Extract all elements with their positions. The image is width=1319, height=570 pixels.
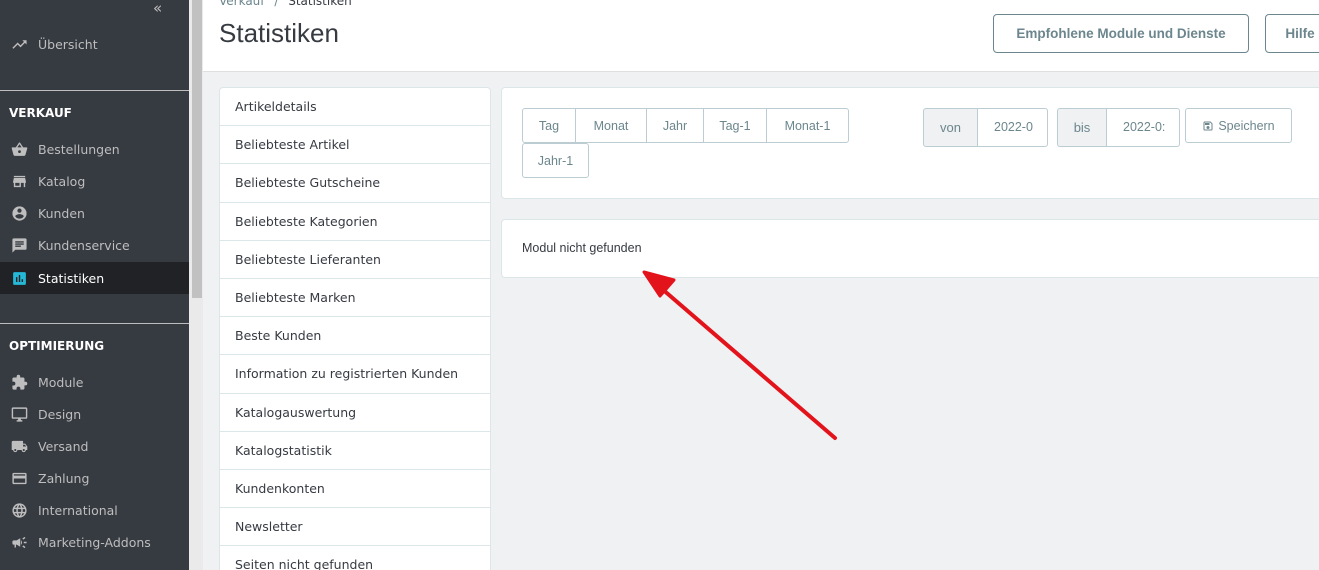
list-item[interactable]: Newsletter bbox=[220, 508, 490, 547]
sidebar-item-modules[interactable]: Module bbox=[0, 366, 189, 398]
stats-module-list: Artikeldetails Beliebteste Artikel Belie… bbox=[219, 87, 491, 570]
page-title: Statistiken bbox=[219, 18, 339, 48]
sidebar-section-verkauf: VERKAUF bbox=[9, 106, 72, 120]
red-arrow-annotation bbox=[642, 270, 837, 440]
sidebar-item-label: Katalog bbox=[38, 173, 86, 189]
sidebar-item-label: Module bbox=[38, 374, 84, 390]
calendar-panel: Tag Monat Jahr Tag-1 Monat-1 Jahr-1 von … bbox=[501, 87, 1319, 199]
list-item[interactable]: Kundenkonten bbox=[220, 470, 490, 509]
period-year-button[interactable]: Jahr bbox=[646, 108, 704, 143]
desktop-icon bbox=[10, 405, 28, 423]
sidebar-item-label: Übersicht bbox=[38, 36, 98, 52]
sidebar-item-label: Marketing-Addons bbox=[38, 534, 151, 550]
globe-icon bbox=[10, 501, 28, 519]
breadcrumb-parent-link[interactable]: Verkauf bbox=[219, 0, 265, 8]
basket-icon bbox=[10, 140, 28, 158]
save-dates-button[interactable]: Speichern bbox=[1185, 108, 1292, 143]
sidebar-item-customer-service[interactable]: Kundenservice bbox=[0, 229, 189, 261]
collapse-sidebar-button[interactable]: « bbox=[153, 0, 162, 17]
period-day-button[interactable]: Tag bbox=[522, 108, 576, 143]
date-to-label: bis bbox=[1057, 108, 1107, 147]
date-to-input[interactable]: 2022-0: bbox=[1106, 108, 1180, 147]
list-item[interactable]: Artikeldetails bbox=[220, 88, 490, 127]
sidebar-item-payment[interactable]: Zahlung bbox=[0, 462, 189, 494]
sidebar-item-label: Versand bbox=[38, 438, 89, 454]
sidebar-item-label: Kunden bbox=[38, 205, 85, 221]
sidebar-item-label: Kundenservice bbox=[38, 237, 130, 253]
sidebar-item-overview[interactable]: Übersicht bbox=[0, 28, 189, 60]
sidebar-scrollbar-thumb[interactable] bbox=[192, 0, 202, 298]
trending-up-icon bbox=[10, 35, 28, 53]
sidebar-item-orders[interactable]: Bestellungen bbox=[0, 133, 189, 165]
account-circle-icon bbox=[10, 204, 28, 222]
help-button[interactable]: Hilfe bbox=[1265, 14, 1319, 53]
puzzle-icon bbox=[10, 373, 28, 391]
chat-icon bbox=[10, 236, 28, 254]
sidebar-item-customers[interactable]: Kunden bbox=[0, 197, 189, 229]
date-from-label: von bbox=[923, 108, 978, 147]
list-item[interactable]: Katalogauswertung bbox=[220, 394, 490, 432]
list-item[interactable]: Beliebteste Artikel bbox=[220, 126, 490, 165]
list-item[interactable]: Beste Kunden bbox=[220, 317, 490, 356]
period-prev-year-button[interactable]: Jahr-1 bbox=[522, 143, 589, 178]
page-header: Verkauf / Statistiken Statistiken Empfoh… bbox=[203, 0, 1319, 72]
sidebar-item-label: Design bbox=[38, 406, 82, 422]
list-item[interactable]: Katalogstatistik bbox=[220, 432, 490, 470]
period-prev-day-button[interactable]: Tag-1 bbox=[703, 108, 767, 143]
list-item[interactable]: Beliebteste Lieferanten bbox=[220, 241, 490, 279]
truck-icon bbox=[10, 437, 28, 455]
sidebar-item-label: Statistiken bbox=[38, 270, 105, 286]
list-item[interactable]: Beliebteste Kategorien bbox=[220, 203, 490, 241]
sidebar-item-label: Zahlung bbox=[38, 470, 90, 486]
bar-chart-icon bbox=[10, 269, 28, 287]
date-from-input[interactable]: 2022-0 bbox=[977, 108, 1048, 147]
list-item[interactable]: Beliebteste Gutscheine bbox=[220, 164, 490, 203]
sidebar-divider bbox=[0, 90, 189, 91]
sidebar-item-shipping[interactable]: Versand bbox=[0, 430, 189, 462]
sidebar-item-design[interactable]: Design bbox=[0, 398, 189, 430]
sidebar-item-label: International bbox=[38, 502, 118, 518]
sidebar-item-statistics[interactable]: Statistiken bbox=[0, 262, 189, 294]
megaphone-icon bbox=[10, 533, 28, 551]
sidebar: « Übersicht VERKAUF Bestellungen Katalog… bbox=[0, 0, 189, 570]
list-item[interactable]: Seiten nicht gefunden bbox=[220, 546, 490, 570]
credit-card-icon bbox=[10, 469, 28, 487]
recommended-modules-button[interactable]: Empfohlene Module und Dienste bbox=[993, 14, 1249, 53]
sidebar-item-marketing-addons[interactable]: Marketing-Addons bbox=[0, 526, 189, 558]
module-not-found-message: Modul nicht gefunden bbox=[522, 241, 642, 255]
sidebar-divider bbox=[0, 323, 189, 324]
store-icon bbox=[10, 172, 28, 190]
list-item[interactable]: Beliebteste Marken bbox=[220, 279, 490, 318]
breadcrumb-separator: / bbox=[274, 0, 279, 8]
period-prev-month-button[interactable]: Monat-1 bbox=[766, 108, 849, 143]
sidebar-item-international[interactable]: International bbox=[0, 494, 189, 526]
floppy-disk-icon bbox=[1202, 120, 1214, 132]
sidebar-item-catalog[interactable]: Katalog bbox=[0, 165, 189, 197]
period-month-button[interactable]: Monat bbox=[575, 108, 647, 143]
save-button-label: Speichern bbox=[1218, 118, 1275, 133]
list-item[interactable]: Information zu registrierten Kunden bbox=[220, 355, 490, 394]
sidebar-item-label: Bestellungen bbox=[38, 141, 120, 157]
module-content-panel: Modul nicht gefunden bbox=[501, 219, 1319, 278]
breadcrumb-current: Statistiken bbox=[288, 0, 352, 8]
breadcrumb: Verkauf / Statistiken bbox=[219, 0, 352, 8]
sidebar-section-optimierung: OPTIMIERUNG bbox=[9, 339, 105, 353]
